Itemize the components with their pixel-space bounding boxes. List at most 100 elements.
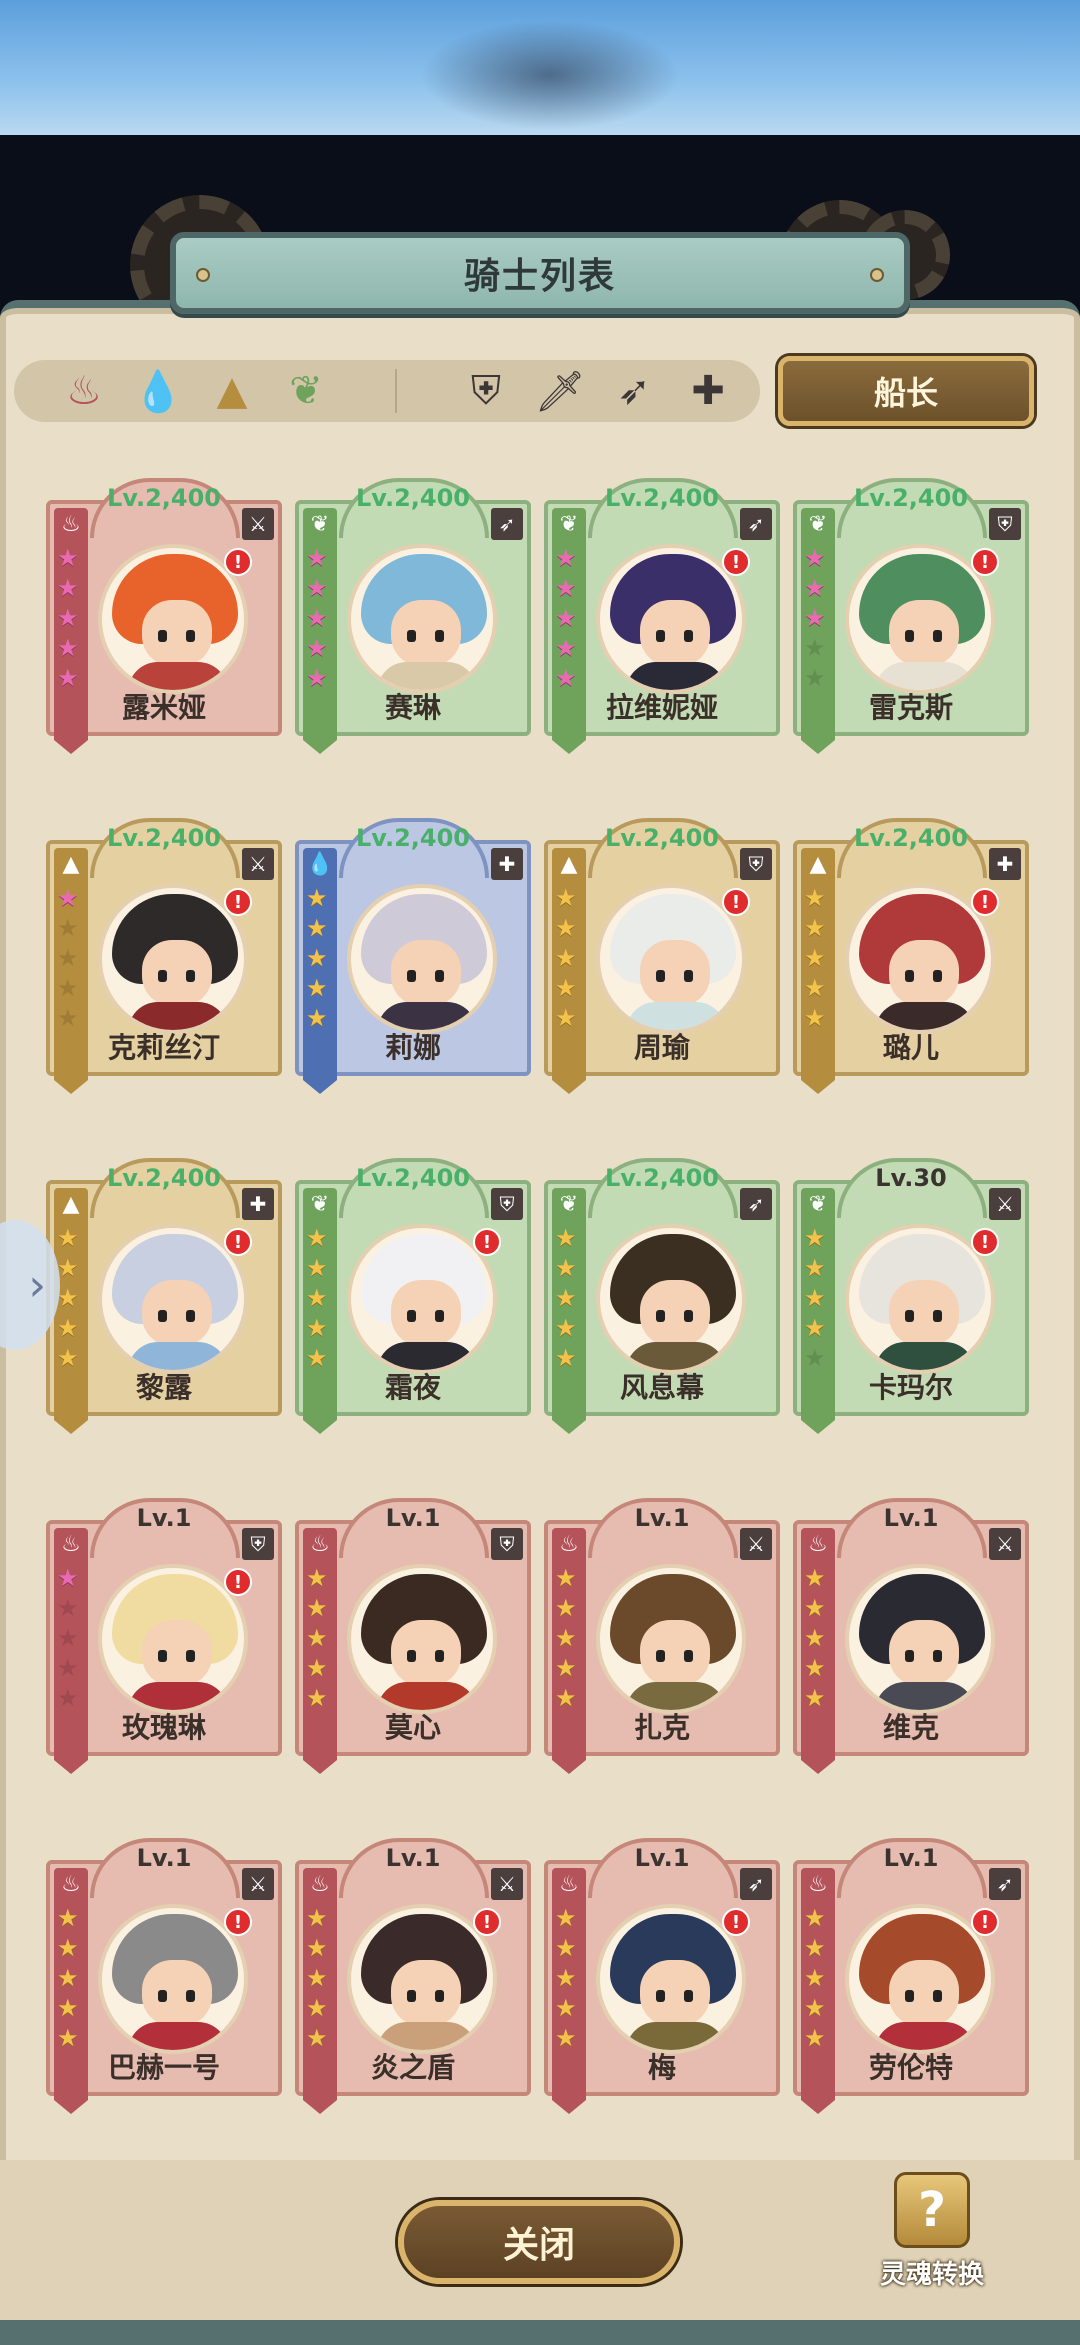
captain-button[interactable]: 船长 <box>778 356 1034 426</box>
portrait-face <box>640 940 710 1006</box>
portrait-face <box>391 1620 461 1686</box>
class-icon: ✚ <box>491 848 523 880</box>
star-icon: ★ <box>306 1564 328 1592</box>
star-icon: ★ <box>306 1624 328 1652</box>
knight-name: 梅 <box>647 2051 676 2084</box>
portrait-face <box>142 1960 212 2026</box>
star-icon: ★ <box>804 1934 826 1962</box>
star-icon: ★ <box>804 1284 826 1312</box>
star-icon: ★ <box>555 1224 577 1252</box>
fire-element-icon: ♨ <box>808 1872 828 1897</box>
star-icon: ★ <box>555 1964 577 1992</box>
knight-level: Lv.2,400 <box>355 484 470 512</box>
knight-card[interactable]: Lv.2,400 ▲ ★ ★ ★ ★ ★ ✚! 璐儿 <box>793 818 1029 1094</box>
knight-level: Lv.1 <box>883 1504 939 1532</box>
support-class-filter-icon[interactable]: ✚ <box>683 366 733 416</box>
star-rating: ★ ★ ★ ★ ★ <box>804 884 826 1032</box>
star-icon: ★ <box>306 1654 328 1682</box>
knight-card[interactable]: Lv.2,400 ▲ ★ ★ ★ ★ ★ ⚔! 克莉丝汀 <box>46 818 282 1094</box>
portrait-eye <box>435 1650 444 1662</box>
knight-card[interactable]: Lv.2,400 ❦ ★ ★ ★ ★ ★ ➶! 拉维妮娅 <box>544 478 780 754</box>
knight-card[interactable]: Lv.2,400 ❦ ★ ★ ★ ★ ★ ⛨! 霜夜 <box>295 1158 531 1434</box>
knight-level: Lv.2,400 <box>604 484 719 512</box>
knight-card[interactable]: Lv.2,400 ♨ ★ ★ ★ ★ ★ ⚔! 露米娅 <box>46 478 282 754</box>
wind-element-filter-icon[interactable]: ❦ <box>281 366 331 416</box>
knight-card[interactable]: Lv.1 ♨ ★ ★ ★ ★ ★ ⚔ 扎克 <box>544 1498 780 1774</box>
knight-card[interactable]: Lv.1 ♨ ★ ★ ★ ★ ★ ⚔! 巴赫一号 <box>46 1838 282 2114</box>
knight-name: 周瑜 <box>633 1031 690 1064</box>
knight-name: 卡玛尔 <box>868 1371 953 1404</box>
star-icon: ★ <box>57 1254 79 1282</box>
class-icon: ⛨ <box>989 508 1021 540</box>
star-icon: ★ <box>555 634 577 662</box>
portrait-face <box>391 1280 461 1346</box>
portrait-eye <box>656 630 665 642</box>
portrait-eye <box>933 630 942 642</box>
bow-class-filter-icon[interactable]: ➶ <box>609 366 659 416</box>
star-icon: ★ <box>57 544 79 572</box>
star-icon: ★ <box>57 1564 79 1592</box>
alert-badge-icon: ! <box>971 1228 999 1256</box>
star-icon: ★ <box>555 1994 577 2022</box>
alert-badge-icon: ! <box>224 548 252 576</box>
class-icon: ⚔ <box>989 1528 1021 1560</box>
class-icon: ⚔ <box>242 848 274 880</box>
knight-card[interactable]: Lv.2,400 ❦ ★ ★ ★ ★ ★ ➶ 风息幕 <box>544 1158 780 1434</box>
star-icon: ★ <box>57 974 79 1002</box>
knight-level: Lv.2,400 <box>106 824 221 852</box>
star-icon: ★ <box>555 1284 577 1312</box>
knight-card[interactable]: Lv.1 ♨ ★ ★ ★ ★ ★ ⚔! 炎之盾 <box>295 1838 531 2114</box>
portrait-face <box>889 1280 959 1346</box>
portrait-eye <box>435 1990 444 2002</box>
knight-card[interactable]: Lv.2,400 ▲ ★ ★ ★ ★ ★ ⛨! 周瑜 <box>544 818 780 1094</box>
knight-card[interactable]: Lv.1 ♨ ★ ★ ★ ★ ★ ➶! 劳伦特 <box>793 1838 1029 2114</box>
star-icon: ★ <box>57 1314 79 1342</box>
star-rating: ★ ★ ★ ★ ★ <box>555 884 577 1032</box>
portrait-eye <box>407 1310 416 1322</box>
portrait-eye <box>684 1650 693 1662</box>
knight-card[interactable]: Lv.2,400 💧 ★ ★ ★ ★ ★ ✚ 莉娜 <box>295 818 531 1094</box>
star-rating: ★ ★ ★ ★ ★ <box>804 1224 826 1372</box>
knight-level: Lv.2,400 <box>604 824 719 852</box>
soul-convert-button[interactable]: ? 灵魂转换 <box>870 2172 994 2302</box>
star-icon: ★ <box>306 1254 328 1282</box>
star-icon: ★ <box>555 1624 577 1652</box>
shield-class-filter-icon[interactable]: ⛨ <box>461 366 511 416</box>
knight-card[interactable]: Lv.2,400 ❦ ★ ★ ★ ★ ★ ➶ 赛琳 <box>295 478 531 754</box>
knight-name: 扎克 <box>633 1711 690 1744</box>
star-icon: ★ <box>804 1624 826 1652</box>
knight-card[interactable]: Lv.1 ♨ ★ ★ ★ ★ ★ ⛨ 莫心 <box>295 1498 531 1774</box>
knight-name: 黎露 <box>135 1371 192 1404</box>
earth-element-filter-icon[interactable]: ▲ <box>207 366 257 416</box>
star-rating: ★ ★ ★ ★ ★ <box>555 1224 577 1372</box>
star-icon: ★ <box>306 1964 328 1992</box>
knight-card[interactable]: Lv.30 ❦ ★ ★ ★ ★ ★ ⚔! 卡玛尔 <box>793 1158 1029 1434</box>
knight-level: Lv.2,400 <box>355 824 470 852</box>
knight-card[interactable]: Lv.1 ♨ ★ ★ ★ ★ ★ ⛨! 玫瑰琳 <box>46 1498 282 1774</box>
water-element-filter-icon[interactable]: 💧 <box>133 366 183 416</box>
knight-card[interactable]: Lv.1 ♨ ★ ★ ★ ★ ★ ➶! 梅 <box>544 1838 780 2114</box>
alert-badge-icon: ! <box>473 1908 501 1936</box>
sword-class-filter-icon[interactable]: 🗡 <box>535 366 586 416</box>
class-icon: ⚔ <box>242 1868 274 1900</box>
class-icon: ➶ <box>740 1188 772 1220</box>
star-icon: ★ <box>804 544 826 572</box>
star-rating: ★ ★ ★ ★ ★ <box>57 1564 79 1712</box>
knight-card[interactable]: Lv.1 ♨ ★ ★ ★ ★ ★ ⚔ 维克 <box>793 1498 1029 1774</box>
knight-name: 风息幕 <box>619 1371 704 1404</box>
close-button[interactable]: 关闭 <box>398 2200 680 2284</box>
portrait-face <box>640 1620 710 1686</box>
star-icon: ★ <box>804 884 826 912</box>
fire-element-filter-icon[interactable]: ♨ <box>59 366 109 416</box>
star-icon: ★ <box>804 634 826 662</box>
knight-level: Lv.2,400 <box>106 1164 221 1192</box>
knight-card[interactable]: Lv.2,400 ❦ ★ ★ ★ ★ ★ ⛨! 雷克斯 <box>793 478 1029 754</box>
star-icon: ★ <box>555 1254 577 1282</box>
portrait-eye <box>656 1650 665 1662</box>
fire-element-icon: ♨ <box>61 1872 81 1897</box>
star-icon: ★ <box>804 1904 826 1932</box>
earth-element-icon: ▲ <box>560 852 578 877</box>
knight-card[interactable]: Lv.2,400 ▲ ★ ★ ★ ★ ★ ✚! 黎露 <box>46 1158 282 1434</box>
portrait-face <box>889 600 959 666</box>
portrait-eye <box>407 1990 416 2002</box>
